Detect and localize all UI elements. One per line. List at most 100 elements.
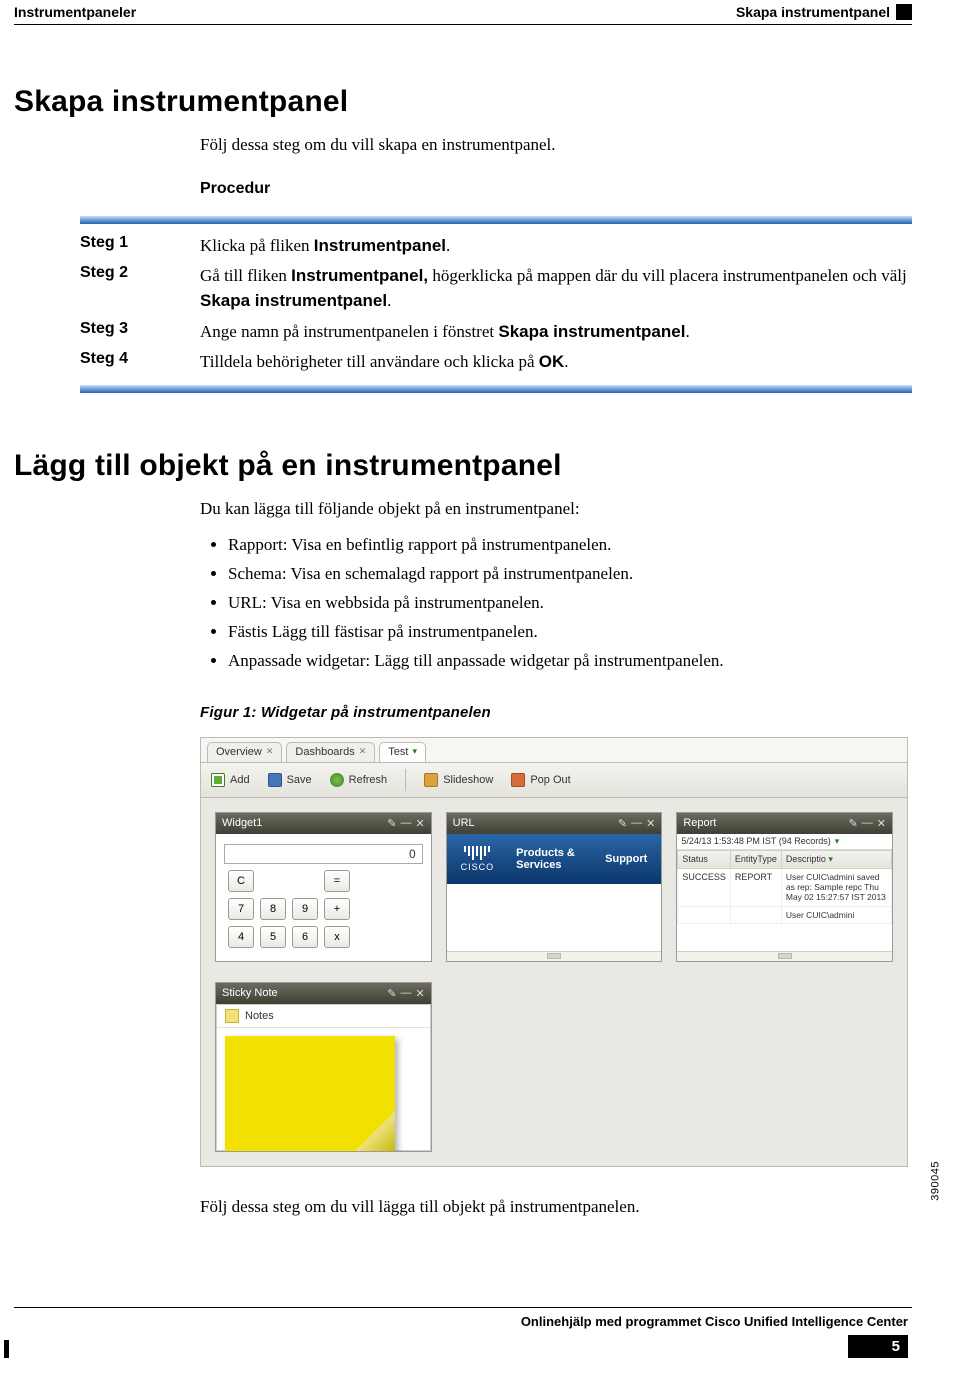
widget-close-icon[interactable]: ✕: [415, 987, 424, 1000]
header-divider: [14, 24, 912, 25]
refresh-icon: [330, 773, 344, 787]
step-row: Steg 4 Tilldela behörigheter till använd…: [80, 350, 912, 375]
horizontal-scrollbar[interactable]: [447, 951, 662, 961]
widget-settings-icon[interactable]: ✎: [387, 987, 396, 1000]
step-body: Klicka på fliken Instrumentpanel.: [200, 234, 450, 259]
horizontal-scrollbar[interactable]: [677, 951, 892, 961]
widget-report: Report ✎ — ✕ 5/24/13 1:53:48 PM IST (94 Re…: [676, 812, 893, 962]
col-entitytype[interactable]: EntityType: [730, 850, 781, 868]
steps-rule-bottom: [80, 385, 912, 393]
widget-settings-icon[interactable]: ✎: [387, 817, 396, 830]
object-type-list: Rapport: Visa en befintlig rapport på in…: [200, 531, 912, 675]
chevron-down-icon[interactable]: ▾: [835, 836, 840, 847]
calc-key[interactable]: x: [324, 926, 350, 948]
footer-left-marker-icon: [4, 1340, 9, 1358]
calc-key[interactable]: =: [324, 870, 350, 892]
step-body: Gå till fliken Instrumentpanel, högerkli…: [200, 264, 912, 313]
widget-canvas: Widget1 ✎ — ✕ 0 C = 7 8 9 + 4: [201, 798, 907, 976]
list-item: URL: Visa en webbsida på instrumentpanel…: [228, 589, 912, 618]
widget-minimize-icon[interactable]: —: [400, 817, 411, 830]
widget-close-icon[interactable]: ✕: [646, 817, 655, 830]
list-item: Fästis Lägg till fästisar på instrumentp…: [228, 618, 912, 647]
save-button[interactable]: Save: [268, 773, 312, 787]
sticky-note[interactable]: [225, 1036, 395, 1151]
steps-rule-top: [80, 216, 912, 224]
dashboard-screenshot: Overview✕ Dashboards✕ Test▾ Add Save Ref…: [200, 737, 908, 1167]
calc-key[interactable]: C: [228, 870, 254, 892]
footer-divider: [14, 1307, 912, 1308]
note-icon: [225, 1009, 239, 1023]
header-marker-icon: [896, 4, 912, 20]
calc-display: 0: [224, 844, 423, 864]
cisco-header: CISCO Products & Services Support: [447, 834, 662, 884]
close-icon[interactable]: ✕: [359, 746, 367, 757]
calc-key[interactable]: 7: [228, 898, 254, 920]
calc-keypad: C = 7 8 9 + 4 5 6 x: [228, 870, 425, 948]
step-label: Steg 1: [80, 234, 200, 252]
widget-title: Sticky Note: [222, 987, 278, 999]
section2-title: Lägg till objekt på en instrumentpanel: [14, 449, 912, 483]
calc-key[interactable]: 9: [292, 898, 318, 920]
after-figure-text: Följ dessa steg om du vill lägga till ob…: [200, 1197, 912, 1217]
add-button[interactable]: Add: [211, 773, 250, 787]
widget-settings-icon[interactable]: ✎: [618, 817, 627, 830]
section1-intro: Följ dessa steg om du vill skapa en inst…: [200, 133, 912, 158]
calc-key[interactable]: 4: [228, 926, 254, 948]
refresh-button[interactable]: Refresh: [330, 773, 388, 787]
tab-test[interactable]: Test▾: [379, 742, 426, 762]
widget-minimize-icon[interactable]: —: [400, 987, 411, 1000]
step-row: Steg 3 Ange namn på instrumentpanelen i …: [80, 320, 912, 345]
widget-url: URL ✎—✕ CISCO Products & Services Suppor…: [446, 812, 663, 962]
col-status[interactable]: Status: [678, 850, 731, 868]
calc-key[interactable]: +: [324, 898, 350, 920]
chevron-down-icon[interactable]: ▾: [412, 746, 417, 757]
section1-title: Skapa instrumentpanel: [14, 85, 912, 119]
list-item: Rapport: Visa en befintlig rapport på in…: [228, 531, 912, 560]
widget-close-icon[interactable]: ✕: [415, 817, 424, 830]
widget-settings-icon[interactable]: ✎: [849, 817, 858, 830]
slideshow-icon: [424, 773, 438, 787]
step-body: Ange namn på instrumentpanelen i fönstre…: [200, 320, 690, 345]
popout-icon: [511, 773, 525, 787]
procedure-label: Procedur: [200, 180, 912, 198]
figure-id: 390045: [930, 1161, 942, 1201]
widget-minimize-icon[interactable]: —: [631, 817, 642, 830]
add-icon: [211, 773, 225, 787]
step-label: Steg 3: [80, 320, 200, 338]
nav-products[interactable]: Products & Services: [516, 847, 583, 871]
toolbar-separator: [405, 769, 406, 791]
widget-title: Report: [683, 817, 716, 829]
widget-sticky-note: Sticky Note ✎ — ✕ Notes: [215, 982, 432, 1152]
step-row: Steg 1 Klicka på fliken Instrumentpanel.: [80, 234, 912, 259]
list-item: Schema: Visa en schemalagd rapport på in…: [228, 560, 912, 589]
step-row: Steg 2 Gå till fliken Instrumentpanel, h…: [80, 264, 912, 313]
save-icon: [268, 773, 282, 787]
tab-overview[interactable]: Overview✕: [207, 742, 282, 762]
calc-key[interactable]: 8: [260, 898, 286, 920]
list-item: Anpassade widgetar: Lägg till anpassade …: [228, 647, 912, 676]
widget-minimize-icon[interactable]: —: [862, 817, 873, 830]
table-row[interactable]: User CUIC\admini: [678, 906, 892, 923]
col-description[interactable]: Descriptio ▾: [781, 850, 891, 868]
popout-button[interactable]: Pop Out: [511, 773, 570, 787]
table-row[interactable]: SUCCESS REPORT User CUIC\admini saved as…: [678, 868, 892, 906]
step-label: Steg 4: [80, 350, 200, 368]
header-left-title: Instrumentpaneler: [14, 4, 136, 20]
page-number: 5: [848, 1335, 908, 1358]
dashboard-toolbar: Add Save Refresh Slideshow Pop Out: [201, 763, 907, 798]
widget-canvas-row2: Sticky Note ✎ — ✕ Notes: [201, 976, 907, 1166]
report-timestamp: 5/24/13 1:53:48 PM IST (94 Records)▾: [677, 834, 892, 850]
widget-close-icon[interactable]: ✕: [877, 817, 886, 830]
calc-key[interactable]: 6: [292, 926, 318, 948]
close-icon[interactable]: ✕: [266, 746, 274, 757]
calc-key[interactable]: 5: [260, 926, 286, 948]
section2-intro: Du kan lägga till följande objekt på en …: [200, 497, 912, 522]
tab-dashboards[interactable]: Dashboards✕: [286, 742, 375, 762]
widget-title: Widget1: [222, 817, 262, 829]
report-table: Status EntityType Descriptio ▾ SUCCESS R…: [677, 850, 892, 924]
steps-list: Steg 1 Klicka på fliken Instrumentpanel.…: [80, 234, 912, 375]
slideshow-button[interactable]: Slideshow: [424, 773, 493, 787]
figure-caption: Figur 1: Widgetar på instrumentpanelen: [200, 704, 912, 721]
nav-support[interactable]: Support: [605, 853, 647, 865]
notes-label: Notes: [245, 1010, 274, 1022]
